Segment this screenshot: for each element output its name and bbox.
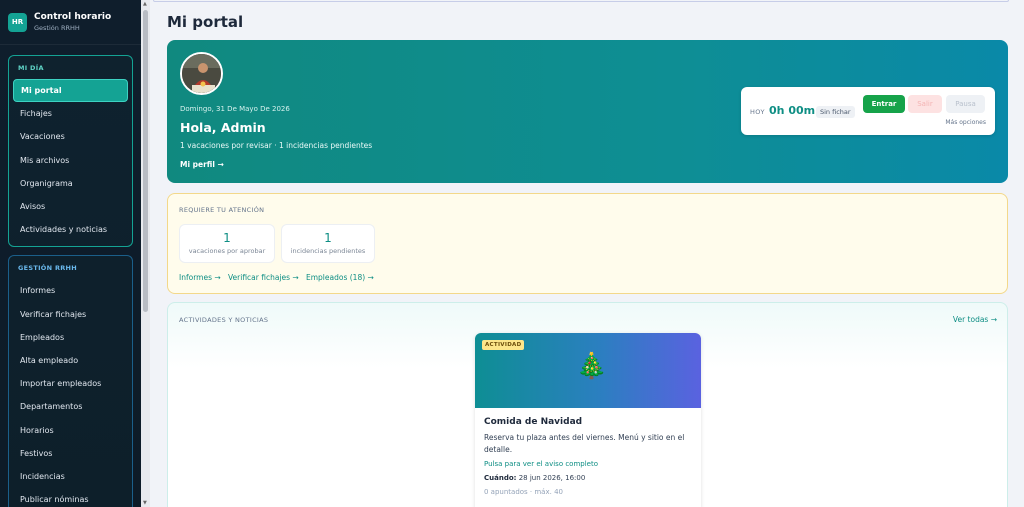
stat-value: 1 bbox=[223, 231, 231, 245]
nav-group-mi-dia: MI DÍA Mi portal Fichajes Vacaciones Mis… bbox=[8, 55, 133, 248]
page-title: Mi portal bbox=[167, 13, 244, 31]
clock-today-label: HOY bbox=[750, 108, 765, 116]
attention-panel: REQUIERE TU ATENCIÓN 1 vacaciones por ap… bbox=[167, 193, 1008, 294]
news-title: ACTIVIDADES Y NOTICIAS bbox=[179, 316, 269, 324]
stat-vacations-pending[interactable]: 1 vacaciones por aprobar bbox=[179, 224, 275, 263]
sidebar-item-mi-portal[interactable]: Mi portal bbox=[13, 79, 128, 103]
sidebar-item-fichajes[interactable]: Fichajes bbox=[13, 102, 128, 125]
exit-button[interactable]: Salir bbox=[908, 95, 942, 113]
christmas-tree-icon: 🎄 bbox=[576, 351, 608, 380]
sidebar: HR Control horario Gestión RRHH MI DÍA M… bbox=[0, 0, 141, 507]
scroll-up-icon[interactable]: ▲ bbox=[143, 1, 147, 7]
scroll-thumb[interactable] bbox=[143, 10, 148, 312]
stat-label: incidencias pendientes bbox=[290, 247, 366, 255]
more-options-link[interactable]: Más opciones bbox=[945, 119, 986, 126]
nav-group-title: GESTIÓN RRHH bbox=[18, 264, 78, 273]
brand-logo: HR bbox=[8, 12, 27, 32]
card-details-link[interactable]: Pulsa para ver el aviso completo bbox=[484, 460, 598, 468]
sidebar-item-importar-empleados[interactable]: Importar empleados bbox=[13, 372, 128, 395]
activity-badge: ACTIVIDAD bbox=[482, 340, 525, 350]
avatar-photo-icon bbox=[182, 54, 221, 93]
sidebar-item-organigrama[interactable]: Organigrama bbox=[13, 172, 128, 195]
avatar[interactable] bbox=[180, 52, 223, 95]
sidebar-item-avisos[interactable]: Avisos bbox=[13, 195, 128, 218]
card-when-label: Cuándo: bbox=[484, 474, 517, 482]
clock-status-badge: Sin fichar bbox=[816, 106, 855, 118]
hero-summary: 1 vacaciones por revisar · 1 incidencias… bbox=[180, 141, 373, 150]
brand[interactable]: HR Control horario Gestión RRHH bbox=[0, 0, 141, 45]
news-card[interactable]: ACTIVIDAD 🎄 Comida de Navidad Reserva tu… bbox=[475, 333, 701, 507]
main-content: Mi portal Domingo, 31 De Mayo De 2026 Ho… bbox=[150, 0, 1024, 507]
nav-group-gestion-rrhh: GESTIÓN RRHH Informes Verificar fichajes… bbox=[8, 255, 133, 507]
nav-group-title: MI DÍA bbox=[18, 64, 44, 72]
card-description: Reserva tu plaza antes del viernes. Menú… bbox=[484, 433, 685, 454]
news-panel: ACTIVIDADES Y NOTICIAS Ver todas → ACTIV… bbox=[167, 302, 1008, 507]
sidebar-item-verificar-fichajes[interactable]: Verificar fichajes bbox=[13, 303, 128, 326]
clock-time: 0h 00m bbox=[769, 104, 816, 117]
sidebar-item-mis-archivos[interactable]: Mis archivos bbox=[13, 149, 128, 172]
verify-clockings-link[interactable]: Verificar fichajes → bbox=[228, 273, 299, 282]
profile-link[interactable]: Mi perfil → bbox=[180, 160, 224, 169]
sidebar-item-publicar-nominas[interactable]: Publicar nóminas bbox=[13, 488, 128, 507]
sidebar-item-empleados[interactable]: Empleados bbox=[13, 326, 128, 349]
sidebar-item-actividades[interactable]: Actividades y noticias bbox=[13, 218, 128, 241]
sidebar-item-incidencias[interactable]: Incidencias bbox=[13, 465, 128, 488]
card-when-value: 28 jun 2026, 16:00 bbox=[518, 474, 586, 482]
enter-button[interactable]: Entrar bbox=[863, 95, 905, 113]
sidebar-item-vacaciones[interactable]: Vacaciones bbox=[13, 125, 128, 148]
card-when: Cuándo: 28 jun 2026, 16:00 bbox=[484, 474, 585, 482]
card-title: Comida de Navidad bbox=[484, 417, 583, 427]
top-divider bbox=[153, 0, 1009, 2]
card-banner: ACTIVIDAD 🎄 bbox=[475, 333, 701, 408]
see-all-link[interactable]: Ver todas → bbox=[953, 315, 997, 324]
card-attendee-count: 0 apuntados · máx. 40 bbox=[484, 488, 563, 496]
scroll-down-icon[interactable]: ▼ bbox=[143, 500, 147, 506]
hero-greeting: Hola, Admin bbox=[180, 120, 266, 135]
stat-incidents-pending[interactable]: 1 incidencias pendientes bbox=[281, 224, 375, 263]
stat-value: 1 bbox=[324, 231, 332, 245]
sidebar-scrollbar[interactable]: ▲ ▼ bbox=[141, 0, 150, 507]
pause-button[interactable]: Pausa bbox=[946, 95, 985, 113]
reports-link[interactable]: Informes → bbox=[179, 273, 221, 282]
hero-card: Domingo, 31 De Mayo De 2026 Hola, Admin … bbox=[167, 40, 1008, 183]
sidebar-item-informes[interactable]: Informes bbox=[13, 279, 128, 302]
sidebar-item-departamentos[interactable]: Departamentos bbox=[13, 395, 128, 418]
brand-title: Control horario bbox=[34, 12, 112, 22]
sidebar-item-alta-empleado[interactable]: Alta empleado bbox=[13, 349, 128, 372]
sidebar-item-horarios[interactable]: Horarios bbox=[13, 418, 128, 441]
attention-title: REQUIERE TU ATENCIÓN bbox=[179, 206, 265, 214]
sidebar-item-festivos[interactable]: Festivos bbox=[13, 442, 128, 465]
stat-label: vacaciones por aprobar bbox=[188, 247, 266, 255]
clock-card: HOY 0h 00m Sin fichar Entrar Salir Pausa… bbox=[741, 87, 995, 135]
brand-subtitle: Gestión RRHH bbox=[34, 24, 80, 32]
hero-date: Domingo, 31 De Mayo De 2026 bbox=[180, 105, 290, 113]
employees-link[interactable]: Empleados (18) → bbox=[306, 273, 374, 282]
